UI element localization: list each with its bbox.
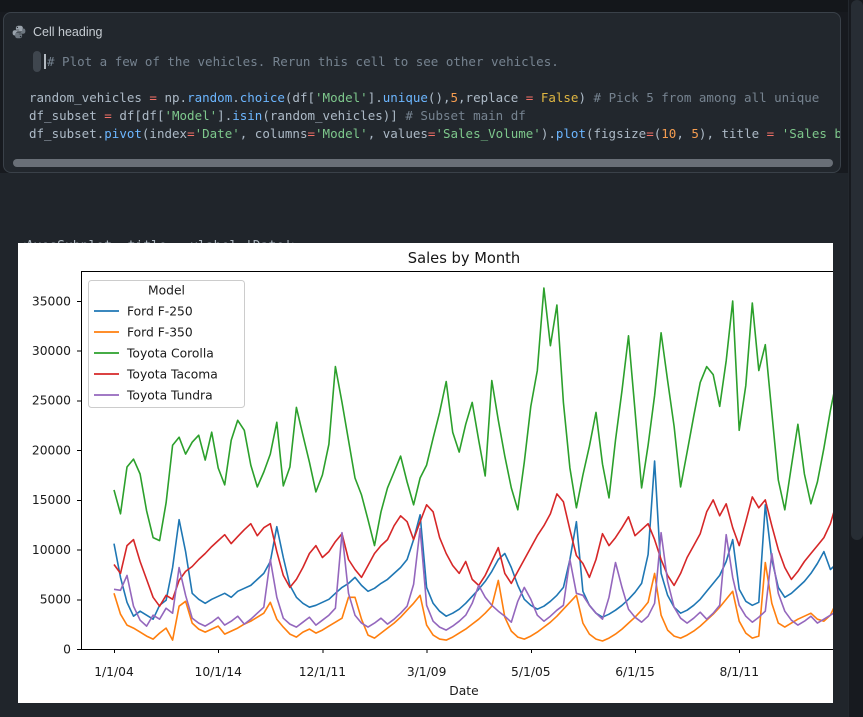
svg-text:12/1/11: 12/1/11 — [299, 665, 346, 679]
svg-text:5/1/05: 5/1/05 — [511, 665, 551, 679]
vertical-scrollbar-track[interactable] — [848, 0, 863, 717]
svg-text:3/1/09: 3/1/09 — [407, 665, 447, 679]
code-line: df_subset.pivot(index='Date', columns='M… — [4, 125, 840, 143]
svg-text:35000: 35000 — [32, 294, 71, 308]
code-editor[interactable]: # Plot a few of the vehicles. Rerun this… — [4, 53, 840, 157]
svg-text:10/1/14: 10/1/14 — [195, 665, 243, 679]
horizontal-scrollbar-thumb[interactable] — [13, 159, 833, 167]
cell-heading-row: Cell heading — [12, 23, 103, 41]
code-line: # Plot a few of the vehicles. Rerun this… — [4, 53, 840, 71]
svg-text:Sales by Month: Sales by Month — [408, 250, 520, 267]
svg-text:30000: 30000 — [32, 344, 71, 358]
code-cell-panel: Cell heading # Plot a few of the vehicle… — [3, 12, 841, 173]
code-line: df_subset = df[df['Model'].isin(random_v… — [4, 107, 840, 125]
svg-text:20000: 20000 — [32, 443, 71, 457]
window-top-bar — [0, 0, 863, 12]
python-icon — [12, 25, 26, 39]
svg-text:Ford F-250: Ford F-250 — [127, 304, 193, 318]
code-line — [4, 71, 840, 89]
svg-text:5000: 5000 — [40, 593, 71, 607]
svg-text:Date: Date — [449, 684, 478, 698]
svg-text:Ford F-350: Ford F-350 — [127, 325, 193, 339]
vertical-scrollbar-thumb[interactable] — [851, 0, 863, 540]
matplotlib-figure: 0 5000 10000 15000 20000 25000 30000 35000 1/1/0… — [18, 243, 833, 703]
chart-svg: 0 5000 10000 15000 20000 25000 30000 35000 1/1/0… — [18, 243, 833, 703]
svg-text:6/1/15: 6/1/15 — [615, 665, 655, 679]
svg-text:25000: 25000 — [32, 394, 71, 408]
svg-text:8/1/11: 8/1/11 — [719, 665, 759, 679]
cell-heading-label: Cell heading — [33, 25, 103, 39]
svg-text:Toyota Tacoma: Toyota Tacoma — [126, 367, 218, 381]
svg-text:0: 0 — [63, 642, 71, 656]
svg-text:Model: Model — [148, 284, 185, 298]
code-line: random_vehicles = np.random.choice(df['M… — [4, 89, 840, 107]
svg-text:Toyota Corolla: Toyota Corolla — [126, 346, 214, 360]
svg-text:1/1/04: 1/1/04 — [94, 665, 134, 679]
svg-text:10000: 10000 — [32, 543, 71, 557]
svg-text:Toyota Tundra: Toyota Tundra — [126, 388, 213, 402]
svg-text:15000: 15000 — [32, 493, 71, 507]
